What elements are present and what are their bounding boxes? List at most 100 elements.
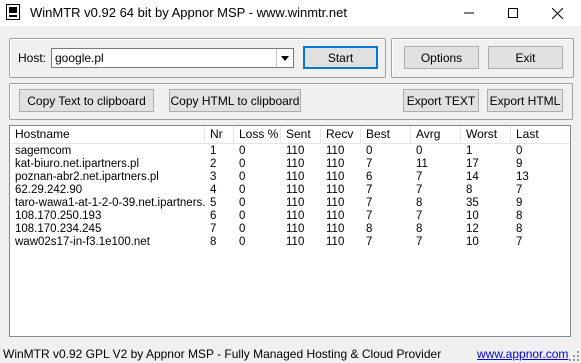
minimize-button[interactable] [450,0,488,26]
cell-best: 7 [366,197,373,209]
host-label: Host: [18,51,47,65]
col-last[interactable]: Last [511,126,570,143]
table-row[interactable]: taro-wawa1-at-1-2-0-39.net.ipartners.pl 5… [10,197,570,210]
table-row[interactable]: 108.170.250.193 6 0 110 110 7 7 10 8 [10,210,570,223]
cell-sent: 110 [286,145,305,157]
cell-best: 7 [366,210,373,222]
export-text-button[interactable]: Export TEXT [403,89,479,112]
col-loss[interactable]: Loss % [234,126,281,143]
cell-last: 0 [516,145,523,157]
cell-loss: 0 [239,210,246,222]
cell-worst: 17 [466,158,479,170]
cell-best: 7 [366,158,373,170]
cell-nr: 1 [210,145,217,157]
table-row[interactable]: 108.170.234.245 7 0 110 110 8 8 12 8 [10,223,570,236]
col-hostname[interactable]: Hostname [10,126,205,143]
cell-hostname: taro-wawa1-at-1-2-0-39.net.ipartners.pl [15,197,205,209]
cell-hostname: sagemcom [15,145,72,157]
cell-best: 8 [366,223,373,235]
cell-sent: 110 [286,171,305,183]
cell-avrg: 7 [416,184,423,196]
cell-hostname: poznan-abr2.net.ipartners.pl [15,171,159,183]
cell-hostname: 108.170.250.193 [15,210,102,222]
app-icon [6,4,20,20]
close-icon [551,7,563,19]
host-combobox[interactable]: google.pl [51,48,294,68]
table-row[interactable]: poznan-abr2.net.ipartners.pl 3 0 110 110 6 7 14… [10,171,570,184]
status-text: WinMTR v0.92 GPL V2 by Appnor MSP - Full… [3,347,442,361]
cell-loss: 0 [239,184,246,196]
cell-sent: 110 [286,223,305,235]
cell-avrg: 8 [416,223,423,235]
cell-loss: 0 [239,223,246,235]
resize-grip-icon[interactable] [569,351,579,361]
cell-avrg: 7 [416,236,423,248]
cell-loss: 0 [239,171,246,183]
cell-nr: 3 [210,171,217,183]
cell-loss: 0 [239,197,246,209]
copy-html-button[interactable]: Copy HTML to clipboard [169,89,301,112]
cell-worst: 1 [466,145,473,157]
cell-worst: 10 [466,210,479,222]
cell-sent: 110 [286,210,305,222]
exit-button[interactable]: Exit [488,46,563,69]
cell-last: 8 [516,210,523,222]
cell-recv: 110 [326,197,345,209]
col-recv[interactable]: Recv [321,126,361,143]
status-bar: WinMTR v0.92 GPL V2 by Appnor MSP - Full… [0,343,581,363]
cell-hostname: kat-biuro.net.ipartners.pl [15,158,140,170]
close-button[interactable] [538,0,576,26]
col-worst[interactable]: Worst [461,126,511,143]
maximize-icon [508,8,518,18]
cell-hostname: waw02s17-in-f3.1e100.net [15,236,150,248]
cell-loss: 0 [239,158,246,170]
title-bar[interactable]: WinMTR v0.92 64 bit by Appnor MSP - www.… [0,0,581,26]
cell-best: 7 [366,184,373,196]
cell-worst: 10 [466,236,479,248]
table-row[interactable]: kat-biuro.net.ipartners.pl 2 0 110 110 7 11 17 9 [10,158,570,171]
cell-loss: 0 [239,145,246,157]
cell-last: 13 [516,171,529,183]
cell-last: 7 [516,236,523,248]
cell-sent: 110 [286,158,305,170]
col-best[interactable]: Best [361,126,411,143]
appnor-link[interactable]: www.appnor.com [477,347,568,361]
cell-recv: 110 [326,223,345,235]
cell-hostname: 108.170.234.245 [15,223,102,235]
cell-sent: 110 [286,197,305,209]
table-row[interactable]: waw02s17-in-f3.1e100.net 8 0 110 110 7 7 10 7 [10,236,570,249]
cell-last: 9 [516,158,523,170]
cell-worst: 8 [466,184,473,196]
cell-last: 9 [516,197,523,209]
cell-recv: 110 [326,184,345,196]
cell-nr: 5 [210,197,217,209]
col-avrg[interactable]: Avrg [411,126,461,143]
dropdown-button[interactable] [276,49,293,67]
cell-nr: 7 [210,223,217,235]
cell-worst: 35 [466,197,479,209]
copy-text-button[interactable]: Copy Text to clipboard [19,89,154,112]
cell-recv: 110 [326,145,345,157]
start-button[interactable]: Start [303,46,378,69]
export-html-button[interactable]: Export HTML [487,89,563,112]
table-row[interactable]: 62.29.242.90 4 0 110 110 7 7 8 7 [10,184,570,197]
cell-nr: 8 [210,236,217,248]
cell-recv: 110 [326,171,345,183]
cell-recv: 110 [326,236,345,248]
results-table[interactable]: Hostname Nr Loss % Sent Recv Best Avrg W… [9,125,571,337]
chevron-down-icon [281,55,289,61]
col-sent[interactable]: Sent [281,126,321,143]
options-button[interactable]: Options [404,46,479,69]
table-header: Hostname Nr Loss % Sent Recv Best Avrg W… [10,126,570,144]
cell-sent: 110 [286,236,305,248]
col-nr[interactable]: Nr [205,126,234,143]
table-row[interactable]: sagemcom 1 0 110 110 0 0 1 0 [10,145,570,158]
maximize-button[interactable] [494,0,532,26]
window-title: WinMTR v0.92 64 bit by Appnor MSP - www.… [30,5,347,20]
host-input[interactable]: google.pl [55,51,104,65]
cell-avrg: 8 [416,197,423,209]
cell-recv: 110 [326,210,345,222]
cell-avrg: 7 [416,210,423,222]
cell-best: 7 [366,236,373,248]
cell-sent: 110 [286,184,305,196]
